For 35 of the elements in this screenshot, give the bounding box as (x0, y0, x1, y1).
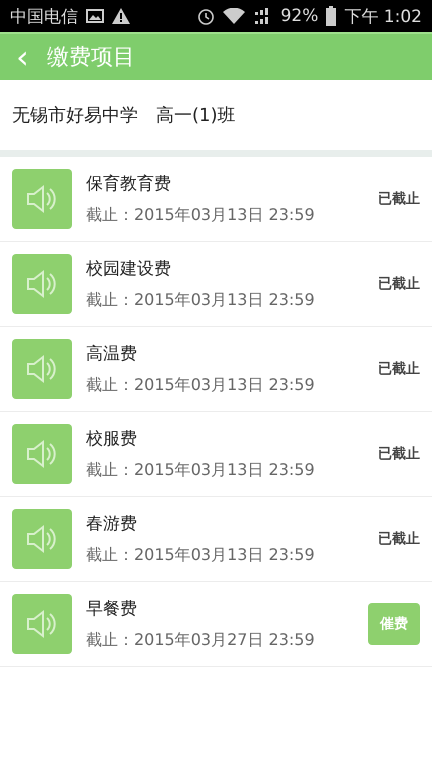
speaker-icon (12, 339, 72, 399)
remind-button[interactable]: 催费 (368, 603, 420, 645)
deadline-text: 截止：2015年03月13日 23:59 (86, 460, 316, 481)
deadline-text: 截止：2015年03月13日 23:59 (86, 290, 316, 311)
speaker-icon (12, 169, 72, 229)
status-label: 已截止 (378, 275, 420, 293)
deadline-text: 截止：2015年03月13日 23:59 (86, 375, 316, 396)
status-label: 已截止 (378, 360, 420, 378)
status-label: 已截止 (378, 530, 420, 548)
speaker-icon (12, 424, 72, 484)
carrier-name: 中国电信 (10, 6, 78, 28)
clock-time: 下午 1:02 (344, 6, 422, 28)
class-name: 无锡市好易中学 高一(1)班 (12, 104, 236, 127)
speaker-icon (12, 594, 72, 654)
fee-name: 校园建设费 (86, 258, 172, 280)
deadline-text: 截止：2015年03月27日 23:59 (86, 630, 316, 651)
deadline-text: 截止：2015年03月13日 23:59 (86, 205, 316, 226)
fee-name: 保育教育费 (86, 173, 172, 195)
fee-name: 春游费 (86, 513, 138, 535)
warning-icon (112, 8, 130, 24)
back-button[interactable]: ‹ (12, 41, 33, 73)
speaker-icon (12, 509, 72, 569)
status-label: 已截止 (378, 445, 420, 463)
status-label: 已截止 (378, 190, 420, 208)
fee-name: 早餐费 (86, 598, 138, 620)
wifi-icon (222, 8, 245, 24)
fee-name: 高温费 (86, 343, 138, 365)
page-title: 缴费项目 (46, 44, 135, 72)
deadline-text: 截止：2015年03月13日 23:59 (86, 545, 316, 566)
battery-icon (326, 6, 336, 26)
speaker-icon (12, 254, 72, 314)
battery-percent: 92% (280, 6, 318, 26)
alarm-icon (196, 7, 215, 25)
image-icon (86, 9, 104, 23)
fee-name: 校服费 (86, 428, 138, 450)
